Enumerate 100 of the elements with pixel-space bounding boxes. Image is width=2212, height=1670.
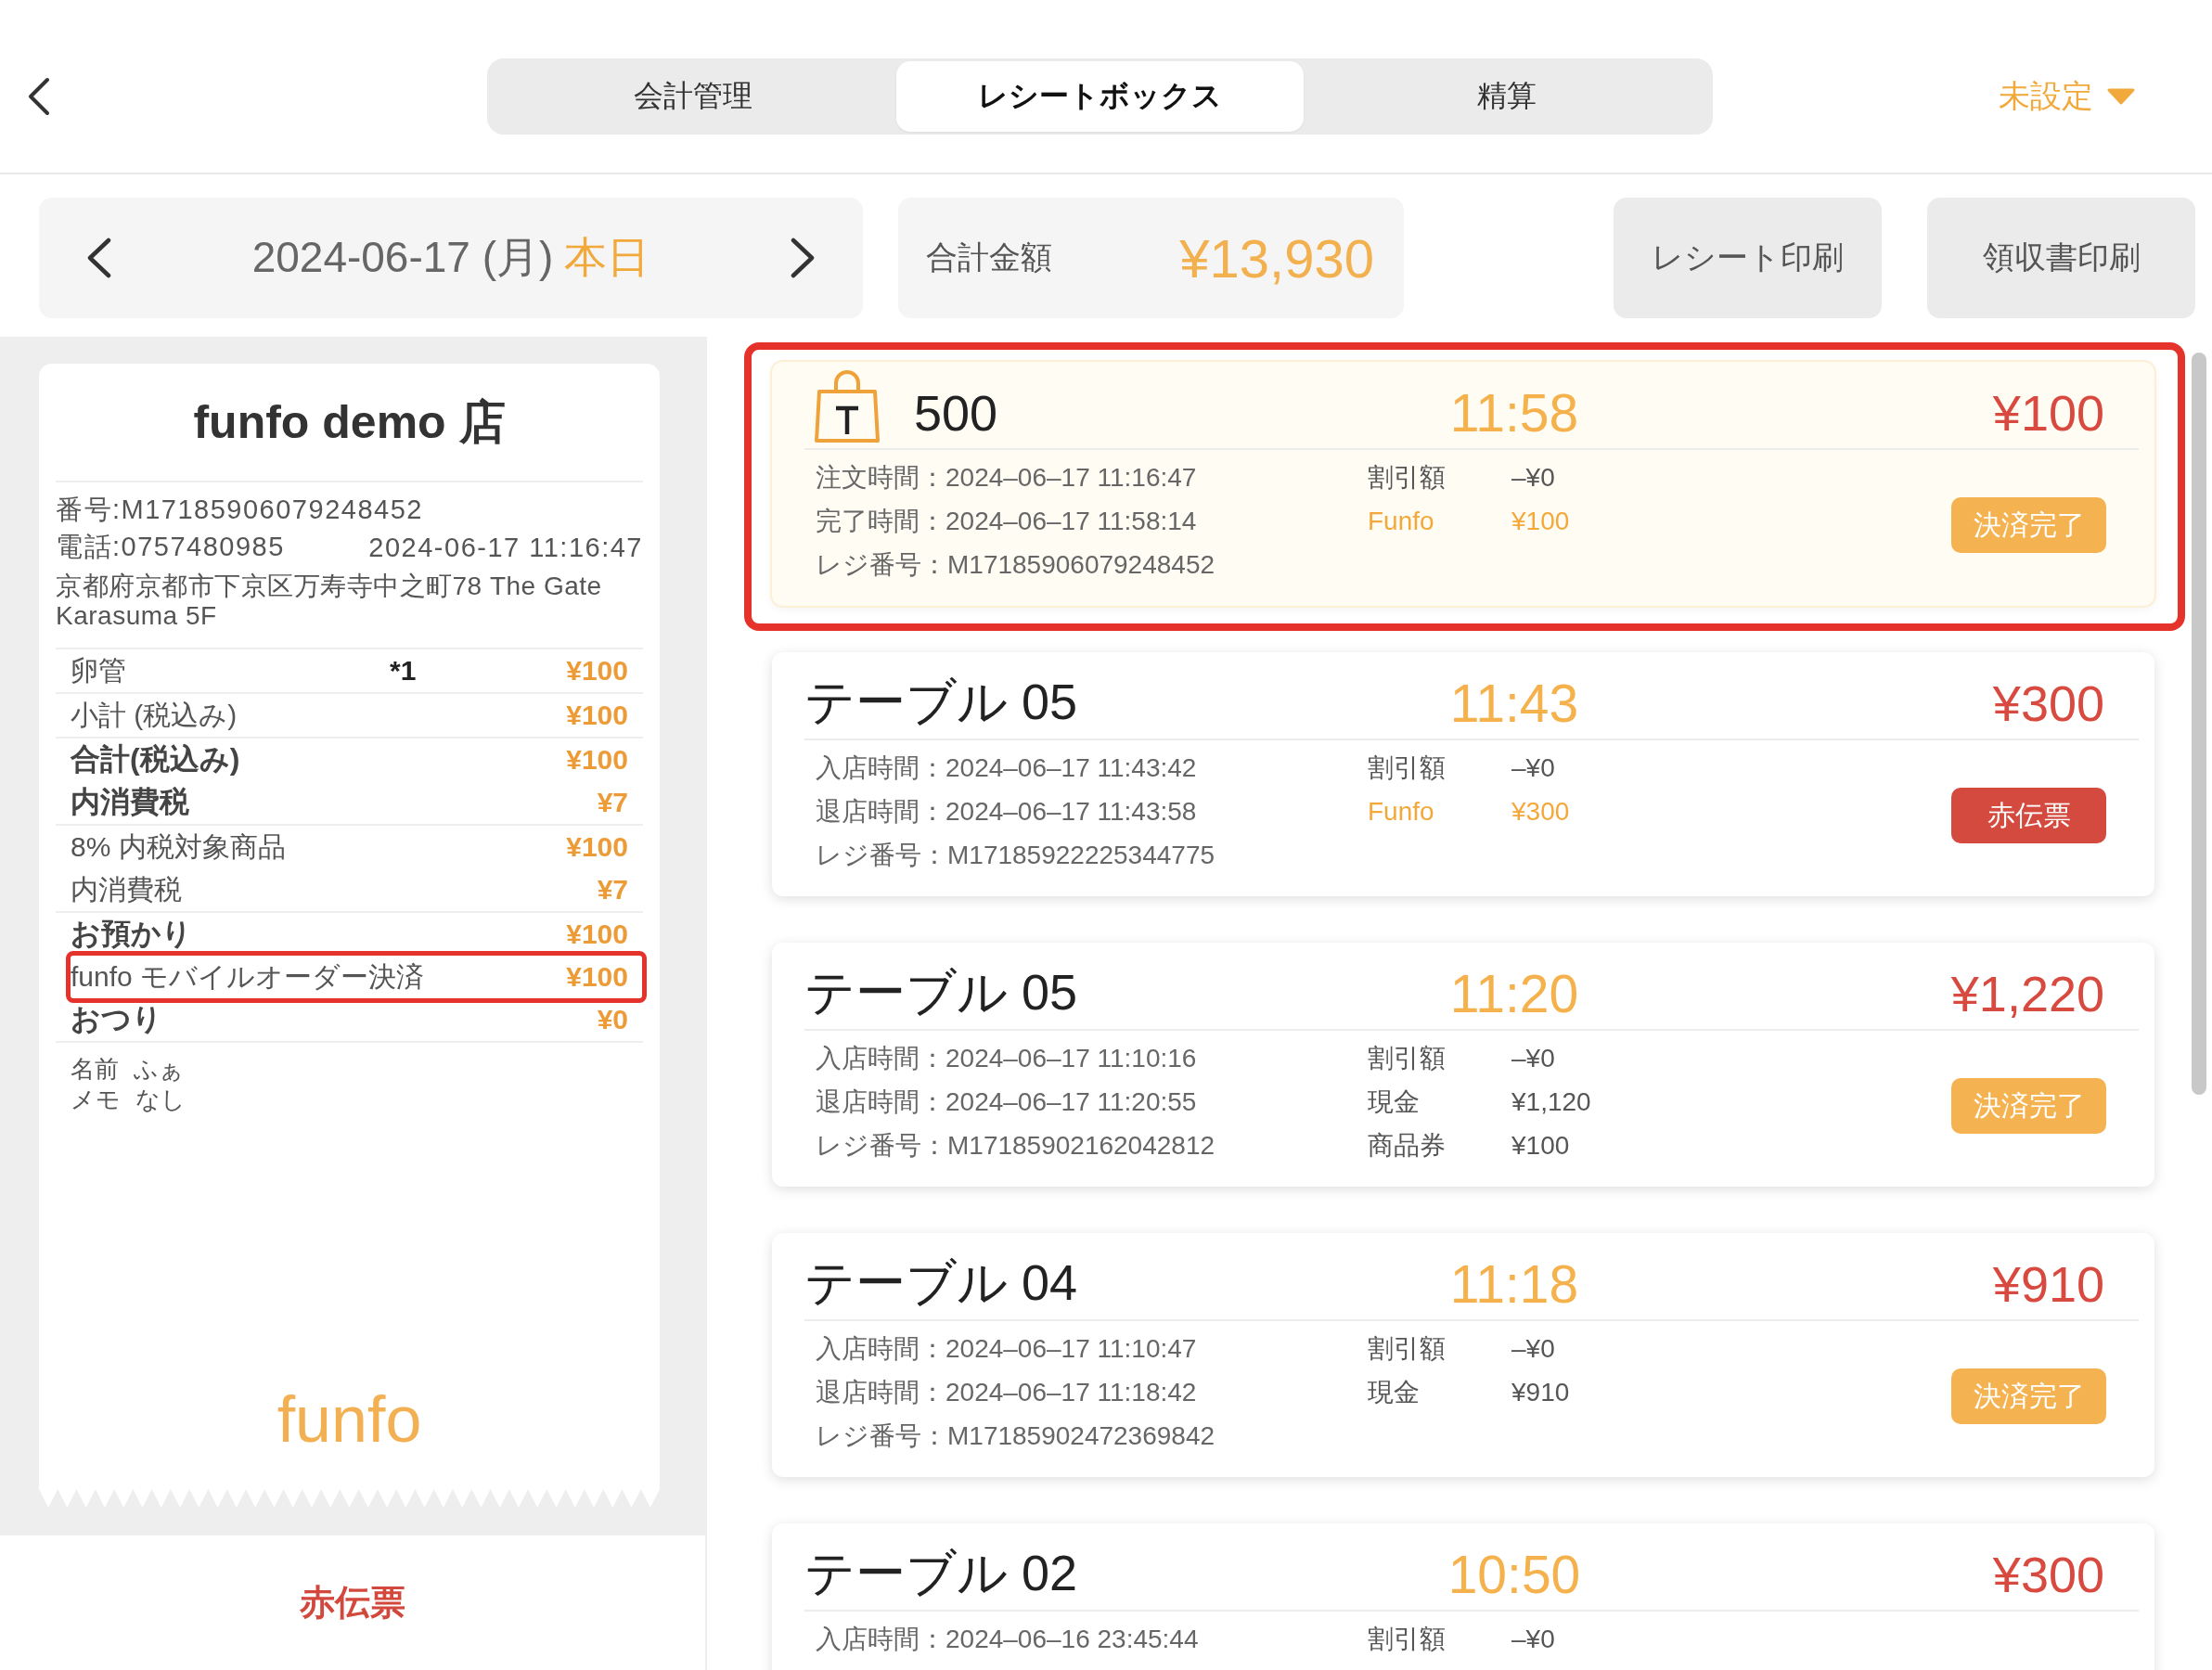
tab[interactable]: レシートボックス [896,61,1304,132]
order-card[interactable]: 500 11:58 ¥100 注文時間：2024–06–17 11:16:47 完了時間：2024–06–17 11:58:14 レジ番号：M17185906079248452 割引額 –¥0 Funfo ¥100 決済完了 [772,362,2154,606]
date-text: 2024-06-17 (月) [251,232,554,283]
tab[interactable]: 会計管理 [490,61,897,132]
payment-amount: –¥0 [1511,462,1556,493]
order-card[interactable]: テーブル 05 11:43 ¥300 入店時間：2024–06–17 11:43:42 退店時間：2024–06–17 11:43:58 レジ番号：M17185922225344775 割引額 –¥0 Funfo ¥300 赤伝票 [772,652,2154,896]
order-card[interactable]: テーブル 05 11:20 ¥1,220 入店時間：2024–06–17 11:10:16 退店時間：2024–06–17 11:20:55 レジ番号：M17185902162042812 割引額 –¥0 現金 ¥1,120 商品券 ¥100 決済完了 [772,943,2154,1187]
line-amount: ¥100 [566,831,628,863]
receipt-number: 番号:M17185906079248452 [56,494,423,526]
order-time: 11:18 [1449,1252,1579,1315]
detail-value: 2024–06–17 11:18:42 [945,1377,1197,1407]
order-amount: ¥1,220 [1950,964,2104,1022]
today-label: 本日 [564,232,650,283]
detail-label: 入店時間： [816,1332,945,1365]
previous-day-button[interactable] [87,238,111,278]
line-amount: ¥100 [566,700,628,731]
store-address: 京都府京都市下京区万寿寺中之町78 The Gate Karasuma 5F [56,572,603,631]
order-title: テーブル 05 [804,673,1078,731]
detail-value: M17185902472369842 [947,1420,1215,1451]
detail-label: レジ番号： [816,1129,947,1162]
order-amount: ¥300 [1992,674,2104,732]
order-title: テーブル 02 [804,1544,1078,1602]
chevron-left-icon [28,77,50,116]
detail-label: レジ番号： [816,548,947,581]
tab[interactable]: 精算 [1303,61,1710,132]
detail-value: 2024–06–16 23:45:44 [945,1624,1199,1654]
next-day-button[interactable] [791,238,815,278]
line-label: funfo モバイルオーダー決済 [71,959,425,994]
order-card[interactable]: テーブル 04 11:18 ¥910 入店時間：2024–06–17 11:10:47 退店時間：2024–06–17 11:18:42 レジ番号：M17185902472369842 割引額 –¥0 現金 ¥910 決済完了 [772,1233,2154,1477]
print-button[interactable]: 領収書印刷 [1927,198,2195,318]
line-label: 合計(税込み) [71,741,241,777]
line-label: 内消費税 [71,784,190,820]
status-button[interactable]: 赤伝票 [1951,788,2106,843]
payment-label: 現金 [1368,1086,1421,1118]
payment-amount: ¥100 [1511,1130,1571,1161]
detail-value: M17185922225344775 [947,840,1215,870]
line-amount: ¥100 [566,744,628,776]
payment-amount: ¥1,120 [1511,1086,1591,1117]
order-card[interactable]: テーブル 02 10:50 ¥300 入店時間：2024–06–16 23:45:44 割引額 –¥0 [772,1523,2154,1670]
order-amount: ¥100 [1992,383,2104,442]
payment-label: 現金 [1368,1376,1421,1408]
line-label: お預かり [71,916,193,952]
detail-value: M17185906079248452 [947,549,1215,580]
void-receipt-button[interactable]: 赤伝票 [300,1579,405,1626]
line-amount: ¥100 [566,961,628,993]
brand-logo: funfo [276,1387,422,1452]
chevron-left-icon [87,238,111,278]
store-name: funfo demo 店 [193,394,506,450]
payment-amount: –¥0 [1511,752,1556,783]
order-amount: ¥910 [1992,1254,2104,1313]
order-time: 11:20 [1449,962,1579,1024]
order-title: 500 [914,383,998,442]
detail-label: 退店時間： [816,1376,945,1408]
payment-amount: ¥100 [1511,506,1570,536]
payment-amount: –¥0 [1511,1624,1555,1654]
shopping-bag-icon [814,368,881,443]
line-label: 内消費税 [71,872,183,906]
detail-label: 入店時間： [816,1042,945,1074]
payment-amount: –¥0 [1511,1043,1556,1073]
detail-label: 退店時間： [816,795,945,828]
order-title: テーブル 04 [804,1253,1078,1312]
note-value: なし [135,1085,186,1115]
detail-label: 退店時間： [816,1086,945,1118]
order-time: 11:58 [1449,381,1579,443]
detail-value: 2024–06–17 11:10:16 [945,1043,1197,1073]
detail-label: 完了時間： [816,505,945,537]
caret-down-icon [2106,87,2136,106]
payment-label: 割引額 [1368,1332,1447,1365]
order-amount: ¥300 [1992,1545,2104,1603]
detail-value: 2024–06–17 11:10:47 [945,1333,1197,1364]
print-button[interactable]: レシート印刷 [1614,198,1882,318]
line-amount: ¥7 [597,874,628,906]
store-phone: 電話:0757480985 [56,531,285,563]
payment-label: 割引額 [1368,461,1447,494]
detail-label: レジ番号： [816,839,947,871]
receipt-datetime: 2024-06-17 11:16:47 [368,532,643,563]
note-label: メモ [71,1085,121,1115]
payment-label: 割引額 [1368,1042,1447,1074]
detail-value: M17185902162042812 [947,1130,1215,1161]
item-quantity: *1 [390,655,418,687]
line-amount: ¥7 [597,787,628,818]
payment-amount: ¥300 [1511,796,1570,827]
back-button[interactable] [28,77,50,116]
payment-amount: ¥910 [1511,1377,1570,1407]
order-time: 10:50 [1447,1543,1581,1605]
detail-label: 注文時間： [816,461,945,494]
detail-label: 入店時間： [816,752,945,784]
order-time: 11:43 [1449,672,1579,734]
line-label: おつり [71,1001,163,1037]
total-amount: ¥13,930 [1179,226,1374,289]
line-amount: ¥100 [566,655,628,687]
payment-label: 割引額 [1368,1623,1447,1655]
detail-value: 2024–06–17 11:43:42 [945,752,1197,783]
item-name: 卵管 [71,653,127,687]
payment-label: Funfo [1368,506,1435,536]
detail-label: 入店時間： [816,1623,945,1655]
detail-value: 2024–06–17 11:20:55 [945,1086,1197,1117]
scrollbar[interactable] [2192,353,2206,1095]
payment-label: Funfo [1368,796,1435,827]
note-label: 名前 [71,1054,119,1085]
